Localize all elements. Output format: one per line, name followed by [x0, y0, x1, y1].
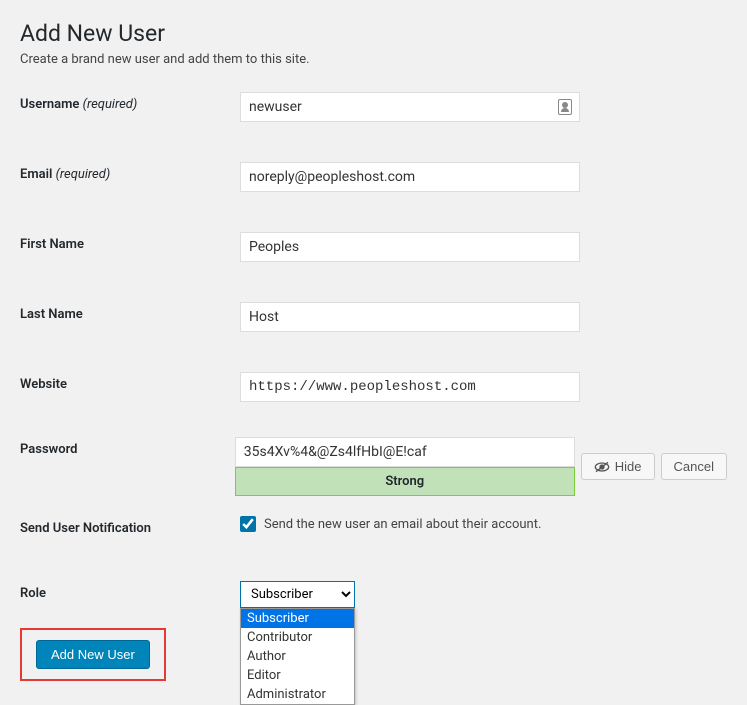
password-input[interactable]	[235, 437, 575, 467]
add-user-button[interactable]: Add New User	[36, 640, 150, 669]
role-option-author[interactable]: Author	[241, 647, 354, 666]
role-option-administrator[interactable]: Administrator	[241, 685, 354, 704]
password-label: Password	[20, 437, 235, 457]
first-name-input[interactable]	[240, 232, 580, 262]
contact-card-icon	[558, 99, 572, 115]
cancel-password-button[interactable]: Cancel	[661, 453, 727, 480]
role-option-contributor[interactable]: Contributor	[241, 628, 354, 647]
role-dropdown-list: Subscriber Contributor Author Editor Adm…	[240, 608, 355, 705]
submit-highlight-box: Add New User	[20, 628, 166, 681]
role-option-subscriber[interactable]: Subscriber	[241, 609, 354, 628]
page-title: Add New User	[20, 20, 727, 47]
notification-label: Send User Notification	[20, 516, 240, 536]
email-label: Email (required)	[20, 162, 240, 182]
username-label: Username (required)	[20, 92, 240, 112]
website-input[interactable]	[240, 372, 580, 402]
username-input[interactable]	[240, 92, 580, 122]
password-strength-meter: Strong	[235, 467, 575, 496]
hide-password-button[interactable]: Hide	[581, 453, 655, 480]
role-option-editor[interactable]: Editor	[241, 666, 354, 685]
notification-checkbox[interactable]	[240, 516, 256, 532]
last-name-input[interactable]	[240, 302, 580, 332]
website-label: Website	[20, 372, 240, 392]
email-input[interactable]	[240, 162, 580, 192]
page-subtitle: Create a brand new user and add them to …	[20, 52, 727, 67]
eye-hidden-icon	[594, 461, 610, 473]
first-name-label: First Name	[20, 232, 240, 252]
notification-checkbox-label: Send the new user an email about their a…	[264, 517, 541, 532]
role-label: Role	[20, 581, 240, 601]
role-select[interactable]: Subscriber	[240, 581, 355, 608]
last-name-label: Last Name	[20, 302, 240, 322]
